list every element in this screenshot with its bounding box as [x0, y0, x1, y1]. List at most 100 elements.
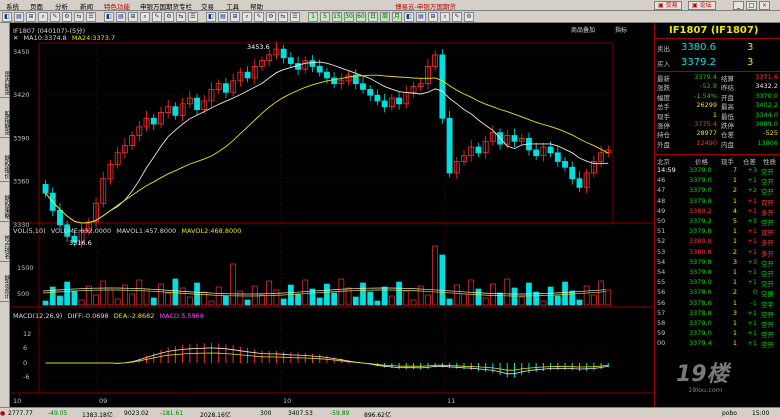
menu-trade[interactable]: 交易 [201, 1, 214, 11]
menu-page[interactable]: 页面 [30, 1, 43, 11]
toolbar-icon-1[interactable]: ▤ [14, 12, 24, 22]
tab-domestic-futures[interactable]: 国内期货 [0, 69, 10, 98]
volume-bar [114, 298, 121, 306]
kline-chart-panel[interactable]: 3450 3420 3390 3360 3330 1500 500 12 6 0 -6 10 09 10 1… [11, 23, 653, 407]
candle-body [323, 71, 330, 79]
price-panel-frame [38, 42, 614, 224]
stats-grid: 最新 3379.4 结算 3371.6 涨跌 -52.8 昨结 3432.2 幅度 -1.54% 开… [657, 73, 779, 149]
toolbar-icon-8[interactable]: ◧ [104, 12, 114, 22]
toolbar-icon-18[interactable]: ⊞ [230, 12, 240, 22]
trade-button[interactable]: ▣ 交易 [654, 1, 682, 10]
toolbar-icon-5[interactable]: ⚙ [62, 12, 72, 22]
toolbar-icon-6[interactable]: ⇆ [74, 12, 84, 22]
toolbar-icon-20[interactable]: ✎ [254, 12, 264, 22]
volume-bar [453, 284, 460, 306]
toolbar-icon-23[interactable]: ☰ [290, 12, 300, 22]
overlay-link[interactable]: 商品叠加 [571, 25, 595, 34]
toolbar-icon-0[interactable]: ◧ [2, 12, 12, 22]
tab-hot-rank[interactable]: 热点排名 [0, 233, 10, 262]
table-row: 53 3380.8 2 +1 多开 [655, 247, 780, 258]
toolbar-icon-9[interactable]: ▤ [116, 12, 126, 22]
table-row: 00 3379.4 1 +1 空开 [655, 338, 780, 349]
toolbar-icon-19[interactable]: ⌕ [242, 12, 252, 22]
toolbar-icon-14[interactable]: ⇆ [176, 12, 186, 22]
menu-tools[interactable]: 工具 [226, 1, 239, 11]
sell-price: 3380.6 [681, 42, 716, 53]
x-axis-label: 09 [99, 397, 107, 405]
contract-title: IF1807 (IF1807) [669, 25, 759, 36]
stat-value: -1.54% [694, 91, 717, 100]
tick-volume: 1 [732, 176, 737, 185]
buy-row[interactable]: 买入 3379.2 3 [657, 57, 779, 68]
tick-price: 3379.0 [689, 319, 712, 327]
tab-index-futures[interactable]: 股指期货 [0, 109, 10, 138]
minimize-icon[interactable]: _ [733, 1, 744, 10]
sell-row[interactable]: 卖出 3380.6 3 [657, 42, 779, 53]
toolbar-icon-12[interactable]: ✎ [152, 12, 162, 22]
toolbar-icon-34[interactable]: ⊞ [428, 12, 438, 22]
menu-analysis[interactable]: 分析 [55, 1, 68, 11]
period-button-1[interactable]: 5 [320, 12, 330, 22]
toolbar-icon-22[interactable]: ⇆ [278, 12, 288, 22]
ticks-header: 北京 价格 现手 仓差 性质 [655, 154, 780, 166]
toolbar-icon-16[interactable]: ◧ [206, 12, 216, 22]
menu-help[interactable]: 帮助 [250, 1, 263, 11]
indicator-link[interactable]: 指标 [615, 25, 627, 34]
menu-system[interactable]: 系统 [6, 1, 19, 11]
tab-option-strategy[interactable]: 期权策略 [0, 193, 10, 222]
volume-bar [598, 280, 604, 306]
period-button-6[interactable]: 周 [380, 12, 390, 22]
toolbar-icon-10[interactable]: ⊞ [128, 12, 138, 22]
menu-news[interactable]: 新闻 [80, 1, 93, 11]
table-row: 51 3379.8 1 +1 双开 [655, 226, 780, 237]
stat-label: 外盘 [657, 140, 670, 149]
toolbar-icon-15[interactable]: ☰ [188, 12, 198, 22]
status-brand: pobo [722, 410, 737, 417]
close-icon[interactable]: × [759, 1, 770, 10]
menu-special[interactable]: 特色功能 [104, 1, 130, 11]
candle-body [381, 100, 388, 108]
volume-bar [186, 296, 193, 306]
toolbar-icon-37[interactable]: ⚙ [464, 12, 474, 22]
tab-option-quote[interactable]: 期权报价 [0, 153, 10, 182]
forum-button[interactable]: ▣ 论坛 [688, 1, 716, 10]
volume-bar [42, 300, 49, 306]
maximize-icon[interactable]: □ [746, 1, 757, 10]
status-bar: ● 2777.77 -49.05 1383.18亿 9023.02 -181.61 202… [0, 407, 780, 418]
macd-tick-label: 12 [23, 330, 31, 338]
tick-price: 3379.0 [689, 166, 712, 174]
toolbar-icon-17[interactable]: ▤ [218, 12, 228, 22]
stat-value: 13806 [757, 138, 778, 147]
menu-column[interactable]: 申银万国期货专栏 [140, 1, 192, 11]
toolbar-icon-21[interactable]: ⚙ [266, 12, 276, 22]
toolbar-icon-33[interactable]: ▤ [416, 12, 426, 22]
macd-tick-label: 0 [23, 359, 27, 367]
tick-time: 58 [657, 319, 666, 327]
period-button-2[interactable]: 15 [332, 12, 342, 22]
period-button-7[interactable]: 月 [392, 12, 402, 22]
tab-futures-news[interactable]: 期货资讯 [0, 273, 10, 302]
toolbar-icon-32[interactable]: ◧ [404, 12, 414, 22]
period-button-0[interactable]: 1 [308, 12, 318, 22]
stat-value: 1 [712, 110, 717, 119]
toolbar-icon-3[interactable]: ⌕ [38, 12, 48, 22]
toolbar-icon-4[interactable]: ✎ [50, 12, 60, 22]
kline-chart[interactable]: 3450342033903360333015005001260-610 09 10 1… [11, 23, 653, 407]
y-tick-label: 3450 [13, 48, 30, 56]
toolbar-icon-7[interactable]: ☰ [86, 12, 96, 22]
period-button-5[interactable]: 日 [368, 12, 378, 22]
status-value: 1383.18亿 [82, 412, 113, 418]
volume-bar [49, 286, 56, 306]
tick-volume: 1 [732, 196, 737, 205]
toolbar-icon-11[interactable]: ⌕ [140, 12, 150, 22]
status-clock: 15:00 [752, 410, 770, 417]
period-button-3[interactable]: 30 [344, 12, 354, 22]
toolbar-icon-35[interactable]: ⌕ [440, 12, 450, 22]
toolbar-icon-2[interactable]: ⊞ [26, 12, 36, 22]
toolbar-icon-36[interactable]: ✎ [452, 12, 462, 22]
toolbar-icon-13[interactable]: ⚙ [164, 12, 174, 22]
stat-label: 内盘 [721, 140, 734, 149]
volume-bar [295, 293, 301, 306]
stat-row: 涨停 3775.4 跌停 3089.0 [657, 120, 779, 130]
period-button-4[interactable]: 60 [356, 12, 366, 22]
